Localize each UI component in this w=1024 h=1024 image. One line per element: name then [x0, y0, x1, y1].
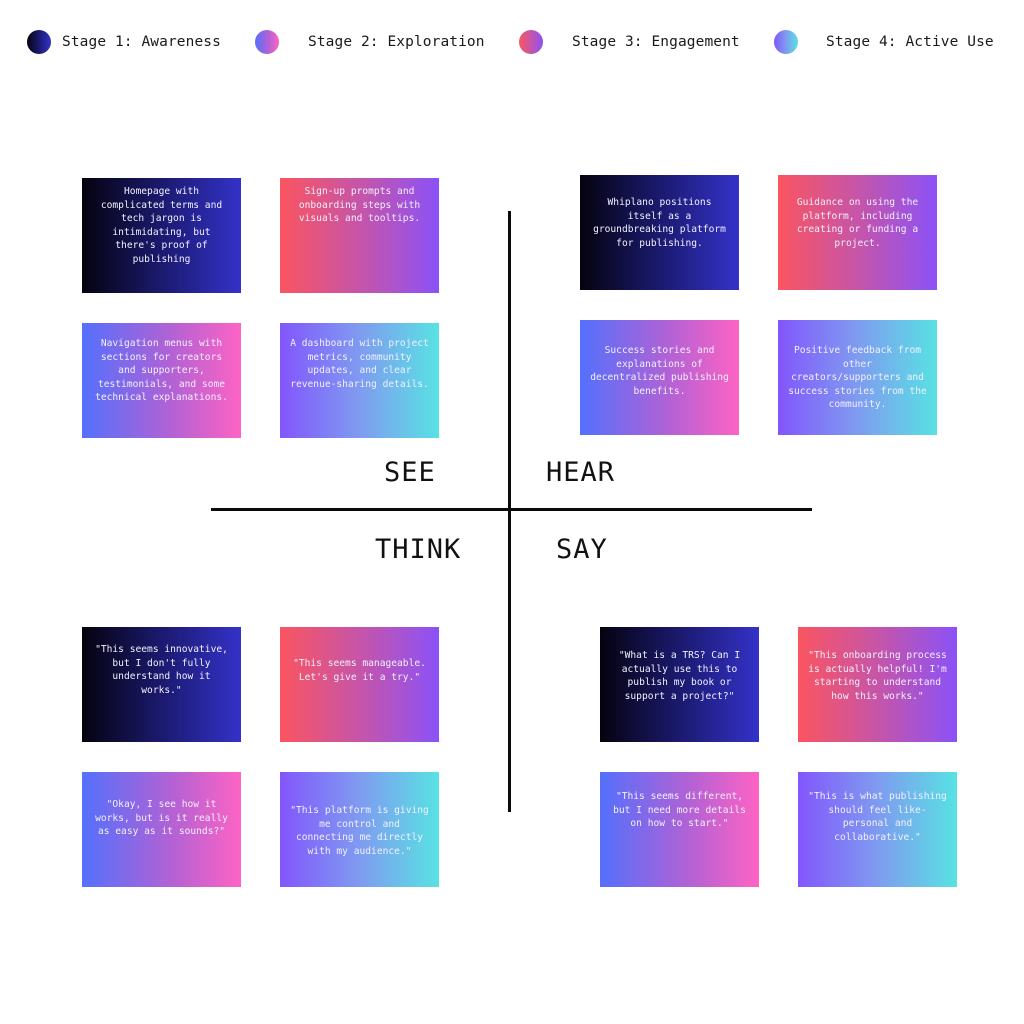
sticky-note[interactable]: Guidance on using the platform, includin…: [778, 175, 937, 290]
stage-3-swatch-icon: [519, 30, 543, 54]
sticky-note-text: "This is what publishing should feel lik…: [808, 791, 947, 843]
legend-item-stage-2: Stage 2: Exploration: [255, 29, 485, 55]
legend-label: Stage 1: Awareness: [62, 34, 221, 50]
sticky-note-text: Success stories and explanations of dece…: [590, 345, 729, 397]
stage-2-swatch-icon: [255, 30, 279, 54]
sticky-note[interactable]: Positive feedback from other creators/su…: [778, 320, 937, 435]
horizontal-axis-line: [211, 508, 812, 511]
sticky-note[interactable]: Success stories and explanations of dece…: [580, 320, 739, 435]
sticky-note-text: Homepage with complicated terms and tech…: [100, 186, 223, 265]
sticky-note[interactable]: Homepage with complicated terms and tech…: [82, 178, 241, 293]
sticky-note[interactable]: "This seems different, but I need more d…: [600, 772, 759, 887]
sticky-note-text: A dashboard with project metrics, commun…: [290, 338, 429, 390]
stage-4-swatch-icon: [774, 30, 798, 54]
sticky-note[interactable]: "This platform is giving me control and …: [280, 772, 439, 887]
legend-item-stage-4: Stage 4: Active Use: [774, 29, 994, 55]
sticky-note-text: "Okay, I see how it works, but is it rea…: [95, 799, 228, 837]
legend-label: Stage 4: Active Use: [826, 34, 994, 50]
sticky-note[interactable]: "Okay, I see how it works, but is it rea…: [82, 772, 241, 887]
legend-label: Stage 3: Engagement: [572, 34, 740, 50]
sticky-note[interactable]: Whiplano positions itself as a groundbre…: [580, 175, 739, 290]
sticky-note[interactable]: A dashboard with project metrics, commun…: [280, 323, 439, 438]
sticky-note[interactable]: "This seems manageable. Let's give it a …: [280, 627, 439, 742]
sticky-note[interactable]: Navigation menus with sections for creat…: [82, 323, 241, 438]
sticky-note-text: "This seems different, but I need more d…: [613, 791, 746, 829]
sticky-note-text: Positive feedback from other creators/su…: [788, 345, 927, 410]
legend-item-stage-3: Stage 3: Engagement: [519, 29, 740, 55]
sticky-note-text: "This onboarding process is actually hel…: [808, 650, 947, 702]
quadrant-label-see: SEE: [384, 457, 436, 488]
sticky-note-text: Guidance on using the platform, includin…: [796, 197, 919, 249]
quadrant-label-hear: HEAR: [546, 457, 616, 488]
quadrant-label-think: THINK: [375, 534, 462, 565]
sticky-note-text: "What is a TRS? Can I actually use this …: [618, 650, 741, 702]
sticky-note[interactable]: "This is what publishing should feel lik…: [798, 772, 957, 887]
quadrant-label-say: SAY: [556, 534, 608, 565]
sticky-note-text: "This seems innovative, but I don't full…: [95, 644, 228, 696]
sticky-note-text: Sign-up prompts and onboarding steps wit…: [298, 186, 421, 224]
legend-item-stage-1: Stage 1: Awareness: [27, 29, 221, 55]
sticky-note-text: "This seems manageable. Let's give it a …: [293, 658, 426, 683]
sticky-note-text: Whiplano positions itself as a groundbre…: [593, 197, 726, 249]
sticky-note-text: "This platform is giving me control and …: [290, 805, 429, 857]
sticky-note[interactable]: "What is a TRS? Can I actually use this …: [600, 627, 759, 742]
sticky-note-text: Navigation menus with sections for creat…: [95, 338, 228, 403]
sticky-note[interactable]: Sign-up prompts and onboarding steps wit…: [280, 178, 439, 293]
vertical-axis-line: [508, 211, 511, 812]
legend-label: Stage 2: Exploration: [308, 34, 485, 50]
sticky-note[interactable]: "This onboarding process is actually hel…: [798, 627, 957, 742]
legend: Stage 1: Awareness Stage 2: Exploration …: [0, 29, 1024, 55]
sticky-note[interactable]: "This seems innovative, but I don't full…: [82, 627, 241, 742]
stage-1-swatch-icon: [27, 30, 51, 54]
